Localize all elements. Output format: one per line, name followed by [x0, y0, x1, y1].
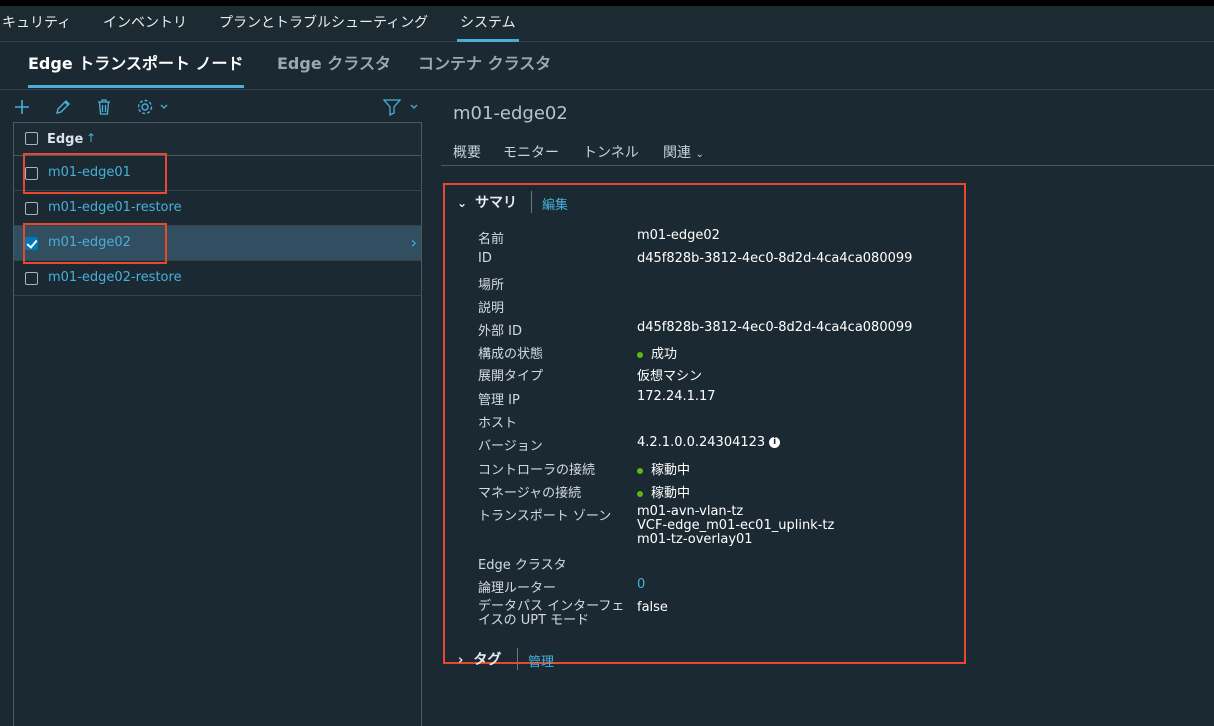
- plus-icon[interactable]: [13, 98, 33, 118]
- tab-related[interactable]: 関連 ⌄: [663, 142, 704, 162]
- label-name: 名前: [478, 232, 505, 247]
- label-mgmt-ip: 管理 IP: [478, 393, 520, 408]
- tab-overview[interactable]: 概要: [453, 142, 481, 162]
- label-edge-cluster: Edge クラスタ: [478, 558, 567, 573]
- transport-zone-item: m01-tz-overlay01: [637, 532, 753, 547]
- label-logical-routers: 論理ルーター: [478, 581, 557, 596]
- top-tab-plan-troubleshoot[interactable]: プランとトラブルシューティング: [219, 6, 428, 42]
- row-checkbox[interactable]: [25, 202, 38, 215]
- value-manager-conn: 稼動中: [637, 482, 690, 501]
- grid-header: Edge ↑: [14, 123, 421, 156]
- value-upt-mode: false: [637, 600, 668, 615]
- tags-section-toggle[interactable]: › タグ: [458, 649, 501, 669]
- info-icon[interactable]: i: [769, 437, 781, 448]
- label-deploy-type: 展開タイプ: [478, 369, 544, 384]
- chevron-down-icon: ⌄: [457, 196, 468, 210]
- value-external-id: d45f828b-3812-4ec0-8d2d-4ca4ca080099: [637, 320, 913, 335]
- row-edge-name[interactable]: m01-edge02-restore: [48, 270, 182, 285]
- filter-icon[interactable]: [383, 98, 421, 118]
- sort-ascending-icon[interactable]: ↑: [86, 131, 96, 145]
- edge-node-grid: Edge ↑ m01-edge01 m01-edge01-restore m01…: [13, 122, 422, 726]
- label-location: 場所: [478, 278, 505, 293]
- manage-tags-link[interactable]: 管理: [528, 651, 554, 670]
- detail-title: m01-edge02: [453, 103, 568, 124]
- label-external-id: 外部 ID: [478, 324, 522, 339]
- highlight-box-edge02: [23, 223, 167, 264]
- tab-edge-transport-nodes[interactable]: Edge トランスポート ノード: [28, 52, 244, 88]
- chevron-right-icon[interactable]: ›: [411, 233, 417, 252]
- value-mgmt-ip: 172.24.1.17: [637, 389, 716, 404]
- detail-tabs: 概要 モニター トンネル 関連 ⌄: [441, 134, 1214, 166]
- summary-section-toggle[interactable]: ⌄ サマリ: [457, 192, 517, 212]
- transport-zone-item: VCF-edge_m01-ec01_uplink-tz: [637, 518, 835, 533]
- edit-link[interactable]: 編集: [542, 194, 568, 213]
- column-header-edge[interactable]: Edge: [47, 132, 83, 147]
- value-config-state: 成功: [637, 343, 677, 362]
- grid-toolbar: [0, 92, 430, 124]
- value-name: m01-edge02: [637, 228, 720, 243]
- value-controller-conn: 稼動中: [637, 459, 690, 478]
- highlight-box-edge01: [23, 153, 167, 194]
- tab-container-clusters[interactable]: コンテナ クラスタ: [418, 52, 551, 88]
- value-logical-routers-link[interactable]: 0: [637, 577, 645, 592]
- label-upt-mode: データパス インターフェ イスの UPT モード: [478, 599, 625, 628]
- gear-icon[interactable]: [136, 98, 170, 118]
- row-edge-name[interactable]: m01-edge01-restore: [48, 200, 182, 215]
- row-checkbox[interactable]: [25, 272, 38, 285]
- value-deploy-type: 仮想マシン: [637, 369, 703, 384]
- label-transport-zones: トランスポート ゾーン: [478, 509, 612, 524]
- top-tab-system[interactable]: システム: [457, 6, 519, 42]
- sub-nav: Edge トランスポート ノード Edge クラスタ コンテナ クラスタ: [0, 42, 1214, 90]
- label-host: ホスト: [478, 416, 518, 431]
- transport-zone-item: m01-avn-vlan-tz: [637, 504, 744, 519]
- tab-monitor[interactable]: モニター: [503, 142, 559, 162]
- label-controller-conn: コントローラの接続: [478, 463, 596, 478]
- label-manager-conn: マネージャの接続: [478, 486, 582, 501]
- label-config-state: 構成の状態: [478, 347, 544, 362]
- top-nav: キュリティ インベントリ プランとトラブルシューティング システム: [0, 6, 1214, 42]
- value-id: d45f828b-3812-4ec0-8d2d-4ca4ca080099: [637, 251, 913, 266]
- trash-icon[interactable]: [95, 98, 115, 118]
- chevron-right-icon: ›: [458, 653, 464, 668]
- table-row[interactable]: m01-edge01-restore: [14, 191, 421, 226]
- label-id: ID: [478, 251, 492, 266]
- label-version: バージョン: [478, 439, 543, 454]
- table-row[interactable]: m01-edge02-restore: [14, 261, 421, 296]
- value-version: 4.2.1.0.0.24304123 i: [637, 435, 781, 450]
- chevron-down-icon: ⌄: [695, 149, 704, 160]
- divider: [517, 648, 518, 670]
- top-tab-inventory[interactable]: インベントリ: [103, 6, 187, 42]
- select-all-checkbox[interactable]: [25, 132, 38, 145]
- top-tab-security[interactable]: キュリティ: [2, 6, 71, 42]
- tab-tunnel[interactable]: トンネル: [583, 142, 639, 162]
- divider: [531, 191, 532, 213]
- status-dot-icon: [637, 351, 643, 358]
- tab-edge-clusters[interactable]: Edge クラスタ: [277, 52, 391, 88]
- value-transport-zones: m01-avn-vlan-tz VCF-edge_m01-ec01_uplink…: [637, 505, 834, 547]
- status-dot-icon: [637, 467, 643, 474]
- label-description: 説明: [478, 301, 505, 316]
- status-dot-icon: [637, 490, 643, 497]
- pencil-icon[interactable]: [54, 98, 74, 118]
